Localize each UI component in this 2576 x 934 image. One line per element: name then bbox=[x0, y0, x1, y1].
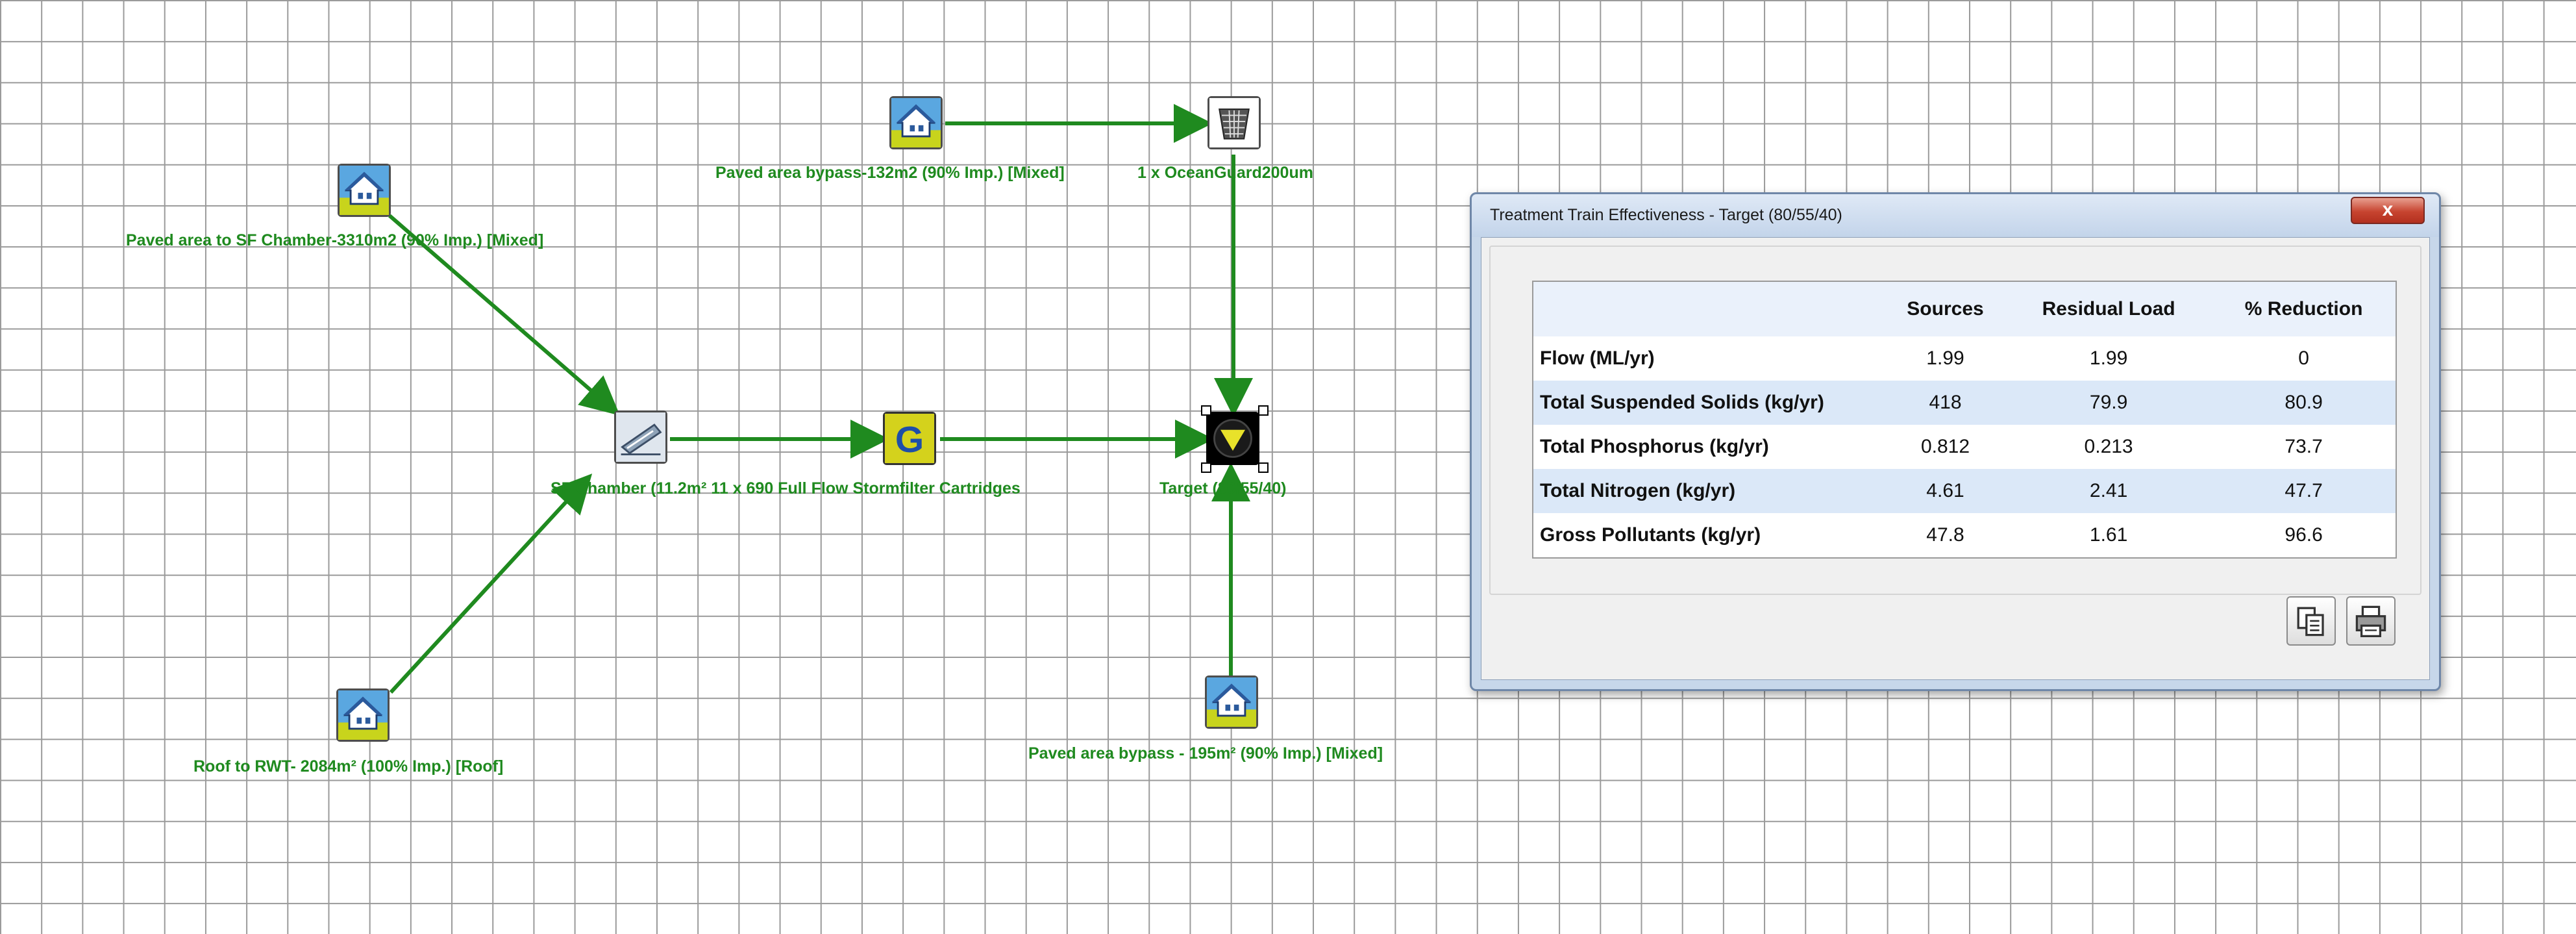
roof-rwt-label: Roof to RWT- 2084m² (100% Imp.) [Roof] bbox=[193, 757, 504, 776]
close-button[interactable]: x bbox=[2351, 197, 2425, 224]
column-header[interactable]: Sources bbox=[1885, 281, 2005, 336]
generic-treatment-node[interactable]: G bbox=[883, 412, 936, 465]
table-header-row: Sources Residual Load % Reduction bbox=[1533, 281, 2396, 336]
house-icon bbox=[338, 690, 388, 740]
paved-bypass-132-node[interactable] bbox=[889, 96, 943, 149]
residual-cell: 2.41 bbox=[2005, 469, 2212, 513]
close-icon: x bbox=[2382, 199, 2394, 220]
row-label: Total Suspended Solids (kg/yr) bbox=[1533, 381, 1885, 425]
sources-cell: 47.8 bbox=[1885, 513, 2005, 558]
column-header bbox=[1533, 281, 1885, 336]
dialog-button-row bbox=[2279, 596, 2396, 646]
reduction-cell: 96.6 bbox=[2212, 513, 2396, 558]
filter-basket-icon bbox=[1209, 98, 1259, 147]
sources-cell: 1.99 bbox=[1885, 336, 2005, 381]
sources-cell: 418 bbox=[1885, 381, 2005, 425]
oceanguard-node[interactable] bbox=[1208, 96, 1261, 149]
printer-icon bbox=[2355, 605, 2386, 638]
dialog-title: Treatment Train Effectiveness - Target (… bbox=[1490, 206, 1842, 224]
copy-icon bbox=[2297, 607, 2324, 637]
reduction-cell: 73.7 bbox=[2212, 425, 2396, 469]
roof-rwt-node[interactable] bbox=[336, 688, 390, 742]
selection-handle[interactable] bbox=[1201, 462, 1211, 473]
residual-cell: 79.9 bbox=[2005, 381, 2212, 425]
row-label: Total Nitrogen (kg/yr) bbox=[1533, 469, 1885, 513]
sf-chamber-label: SF Chamber (11.2m² 11 x 690 Full Flow St… bbox=[551, 479, 1021, 498]
link-roof-to-sf-chamber[interactable] bbox=[389, 473, 593, 694]
generic-treatment-letter: G bbox=[895, 419, 924, 461]
sedimentation-chamber-icon bbox=[616, 412, 665, 462]
residual-cell: 0.213 bbox=[2005, 425, 2212, 469]
reduction-cell: 80.9 bbox=[2212, 381, 2396, 425]
oceanguard-label: 1 x OceanGuard200um bbox=[1137, 164, 1313, 182]
sf-chamber-node[interactable] bbox=[614, 410, 667, 464]
column-header[interactable]: Residual Load bbox=[2005, 281, 2212, 336]
house-icon bbox=[891, 98, 941, 147]
residual-cell: 1.61 bbox=[2005, 513, 2212, 558]
table-row[interactable]: Flow (ML/yr) 1.99 1.99 0 bbox=[1533, 336, 2396, 381]
target-node[interactable] bbox=[1206, 412, 1259, 465]
house-icon bbox=[1207, 677, 1256, 727]
selection-handle[interactable] bbox=[1258, 405, 1269, 416]
paved-bypass-195-label: Paved area bypass - 195m² (90% Imp.) [Mi… bbox=[1028, 744, 1383, 763]
table-row[interactable]: Total Nitrogen (kg/yr) 4.61 2.41 47.7 bbox=[1533, 469, 2396, 513]
paved-sf-node[interactable] bbox=[338, 164, 391, 217]
treatment-train-dialog: Treatment Train Effectiveness - Target (… bbox=[1470, 192, 2441, 691]
paved-sf-label: Paved area to SF Chamber-3310m2 (90% Imp… bbox=[126, 231, 544, 249]
sources-cell: 4.61 bbox=[1885, 469, 2005, 513]
sources-cell: 0.812 bbox=[1885, 425, 2005, 469]
selection-handle[interactable] bbox=[1201, 405, 1211, 416]
house-icon bbox=[340, 166, 389, 215]
dialog-titlebar[interactable]: Treatment Train Effectiveness - Target (… bbox=[1472, 194, 2439, 237]
residual-cell: 1.99 bbox=[2005, 336, 2212, 381]
paved-bypass-132-label: Paved area bypass-132m2 (90% Imp.) [Mixe… bbox=[715, 164, 1065, 182]
results-table: Sources Residual Load % Reduction Flow (… bbox=[1532, 281, 2397, 559]
reduction-cell: 47.7 bbox=[2212, 469, 2396, 513]
print-button[interactable] bbox=[2346, 596, 2396, 646]
generic-treatment-icon: G bbox=[885, 414, 934, 463]
row-label: Flow (ML/yr) bbox=[1533, 336, 1885, 381]
table-row[interactable]: Gross Pollutants (kg/yr) 47.8 1.61 96.6 bbox=[1533, 513, 2396, 558]
column-header[interactable]: % Reduction bbox=[2212, 281, 2396, 336]
table-row[interactable]: Total Suspended Solids (kg/yr) 418 79.9 … bbox=[1533, 381, 2396, 425]
target-label: Target (80/55/40) bbox=[1159, 479, 1287, 498]
reduction-cell: 0 bbox=[2212, 336, 2396, 381]
target-node-icon bbox=[1208, 414, 1257, 463]
copy-button[interactable] bbox=[2286, 596, 2336, 646]
table-row[interactable]: Total Phosphorus (kg/yr) 0.812 0.213 73.… bbox=[1533, 425, 2396, 469]
paved-bypass-195-node[interactable] bbox=[1205, 675, 1258, 729]
row-label: Gross Pollutants (kg/yr) bbox=[1533, 513, 1885, 558]
dialog-body: Sources Residual Load % Reduction Flow (… bbox=[1481, 237, 2430, 680]
selection-handle[interactable] bbox=[1258, 462, 1269, 473]
row-label: Total Phosphorus (kg/yr) bbox=[1533, 425, 1885, 469]
